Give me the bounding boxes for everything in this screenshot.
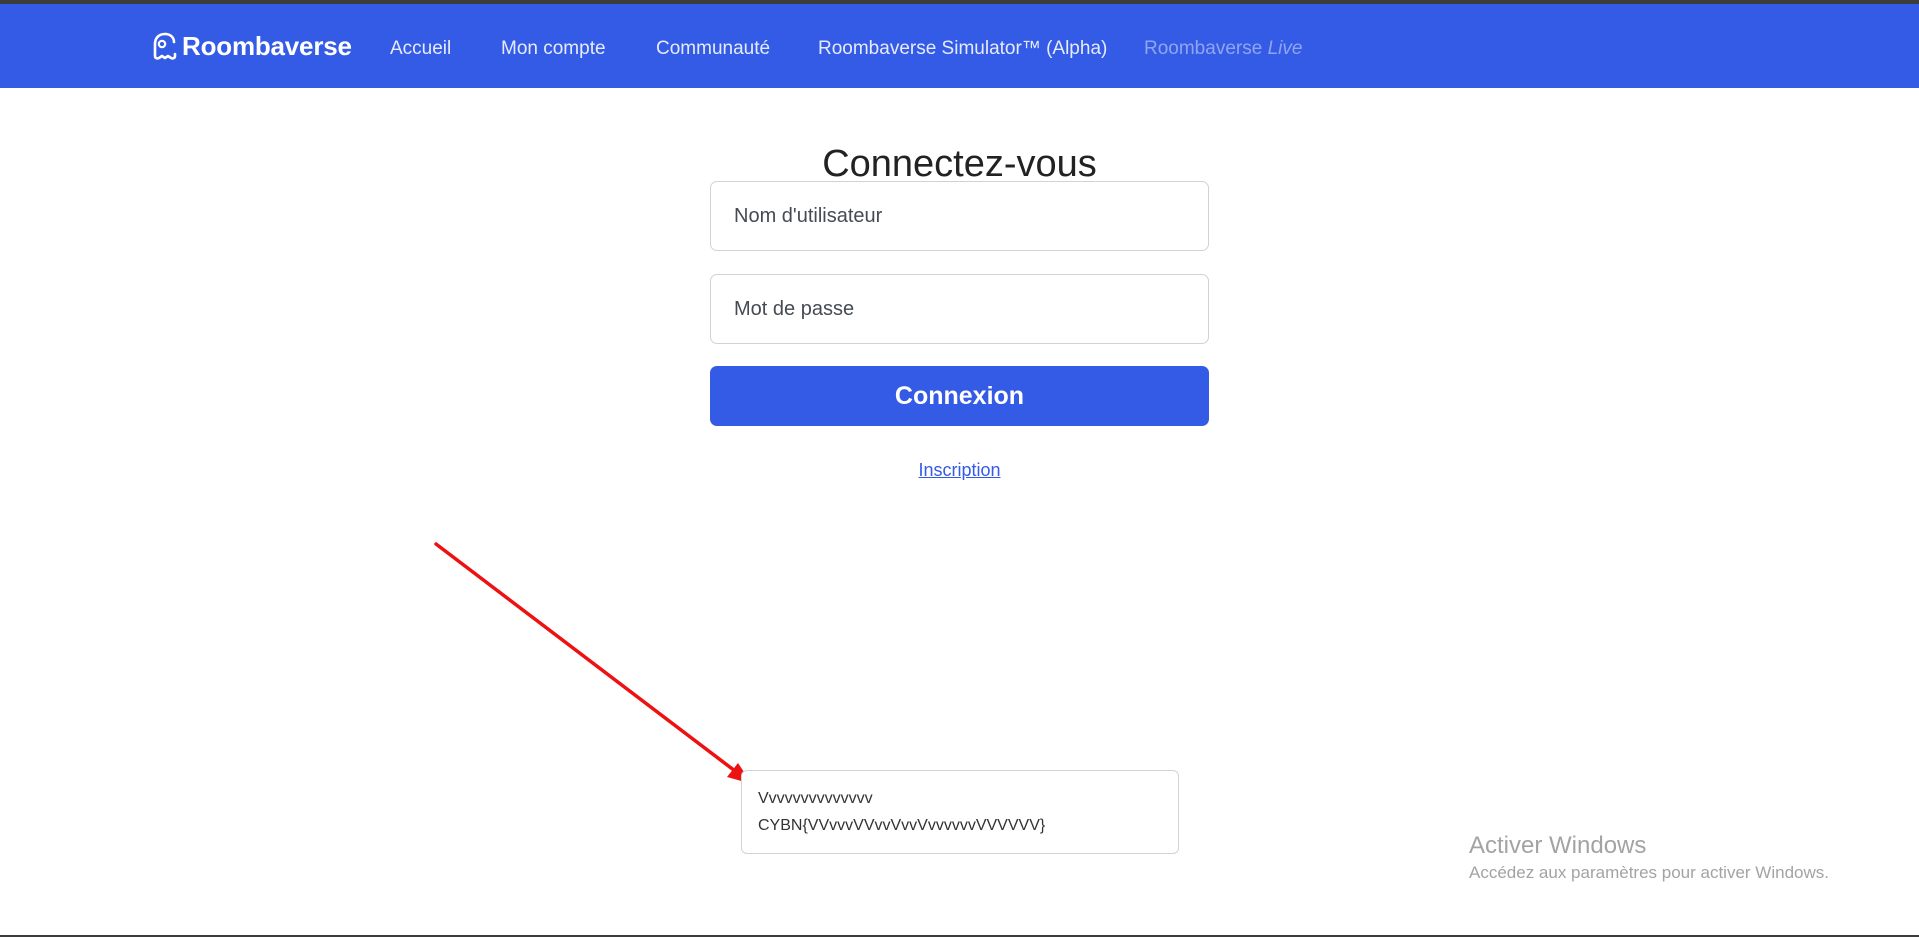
flag-note-line-2: CYBN{VVvvvVVvvVvvVvvvvvvVVVVVV} — [758, 817, 1046, 834]
brand-link[interactable]: Roombaverse — [152, 30, 352, 62]
brand-name: Roombaverse — [182, 30, 352, 61]
navbar: Roombaverse Accueil Mon compte Communaut… — [0, 4, 1919, 88]
page-title: Connectez-vous — [822, 143, 1097, 186]
password-input[interactable] — [732, 296, 1208, 322]
nav-link-simulator[interactable]: Roombaverse Simulator™ (Alpha) — [818, 38, 1107, 60]
nav-link-live-disabled: Roombaverse Live — [1144, 38, 1302, 60]
flag-note-box: Vvvvvvvvvvvvvv CYBN{VVvvvVVvvVvvVvvvvvvV… — [741, 770, 1179, 854]
roomba-logo-icon — [153, 32, 177, 60]
watermark-subtitle: Accédez aux paramètres pour activer Wind… — [1469, 863, 1829, 882]
register-row: Inscription — [0, 460, 1919, 481]
flag-note-line-1: Vvvvvvvvvvvvvv — [758, 790, 873, 807]
username-field[interactable] — [710, 181, 1209, 251]
username-input[interactable] — [732, 203, 1208, 229]
nav-link-communaute[interactable]: Communauté — [656, 38, 770, 60]
watermark-title: Activer Windows — [1469, 832, 1647, 859]
nav-live-prefix: Roombaverse — [1144, 38, 1263, 59]
nav-link-mon-compte[interactable]: Mon compte — [501, 38, 606, 60]
nav-live-suffix: Live — [1267, 38, 1303, 59]
nav-link-accueil[interactable]: Accueil — [390, 38, 451, 60]
login-button[interactable]: Connexion — [710, 366, 1209, 426]
page: Roombaverse Accueil Mon compte Communaut… — [0, 4, 1919, 935]
register-link[interactable]: Inscription — [918, 460, 1000, 480]
password-field[interactable] — [710, 274, 1209, 344]
windows-activation-watermark: Activer Windows Accédez aux paramètres p… — [1469, 831, 1829, 885]
